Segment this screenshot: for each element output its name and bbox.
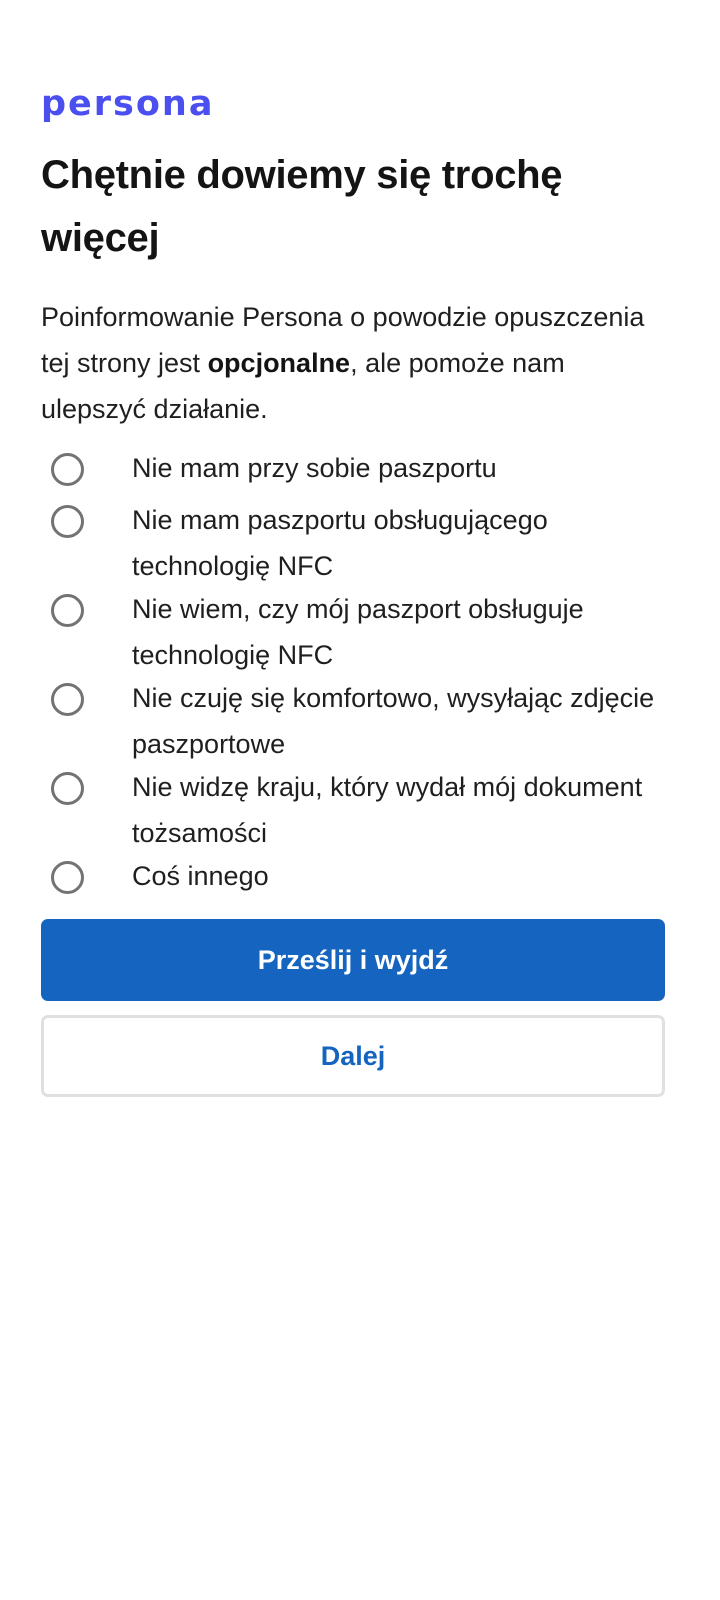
page-description: Poinformowanie Persona o powodzie opuszc… xyxy=(41,294,665,432)
reason-option-country-missing[interactable]: Nie widzę kraju, który wydał mój dokumen… xyxy=(41,767,665,856)
reason-option-label: Nie widzę kraju, który wydał mój dokumen… xyxy=(132,772,643,848)
reason-option-label: Coś innego xyxy=(132,861,269,891)
reason-option-no-passport[interactable]: Nie mam przy sobie paszportu xyxy=(41,448,665,491)
continue-button[interactable]: Dalej xyxy=(41,1015,665,1097)
reason-option-unsure-nfc[interactable]: Nie wiem, czy mój paszport obsługuje tec… xyxy=(41,589,665,678)
reason-options: Nie mam przy sobie paszportu Nie mam pas… xyxy=(41,448,665,899)
radio-button[interactable] xyxy=(51,453,84,486)
page-title: Chętnie dowiemy się trochę więcej xyxy=(41,153,563,260)
reason-option-label: Nie czuję się komfortowo, wysyłając zdję… xyxy=(132,683,655,759)
reason-option-other[interactable]: Coś innego xyxy=(41,856,665,899)
reason-option-uncomfortable-photo[interactable]: Nie czuję się komfortowo, wysyłając zdję… xyxy=(41,678,665,767)
reason-option-label: Nie mam przy sobie paszportu xyxy=(132,453,497,483)
reason-option-no-nfc-passport[interactable]: Nie mam paszportu obsługującego technolo… xyxy=(41,500,665,589)
content: persona Chętnie dowiemy się trochę więce… xyxy=(41,84,665,1097)
reason-option-label: Nie mam paszportu obsługującego technolo… xyxy=(132,505,548,581)
submit-and-exit-button[interactable]: Prześlij i wyjdź xyxy=(41,919,665,1001)
description-bold-text: opcjonalne xyxy=(207,348,351,378)
exit-survey-screen: persona Chętnie dowiemy się trochę więce… xyxy=(0,0,720,1600)
persona-logo: persona xyxy=(41,84,215,124)
radio-button[interactable] xyxy=(51,772,84,805)
radio-button[interactable] xyxy=(51,861,84,894)
radio-button[interactable] xyxy=(51,594,84,627)
radio-button[interactable] xyxy=(51,683,84,716)
radio-button[interactable] xyxy=(51,505,84,538)
reason-option-label: Nie wiem, czy mój paszport obsługuje tec… xyxy=(132,594,584,670)
